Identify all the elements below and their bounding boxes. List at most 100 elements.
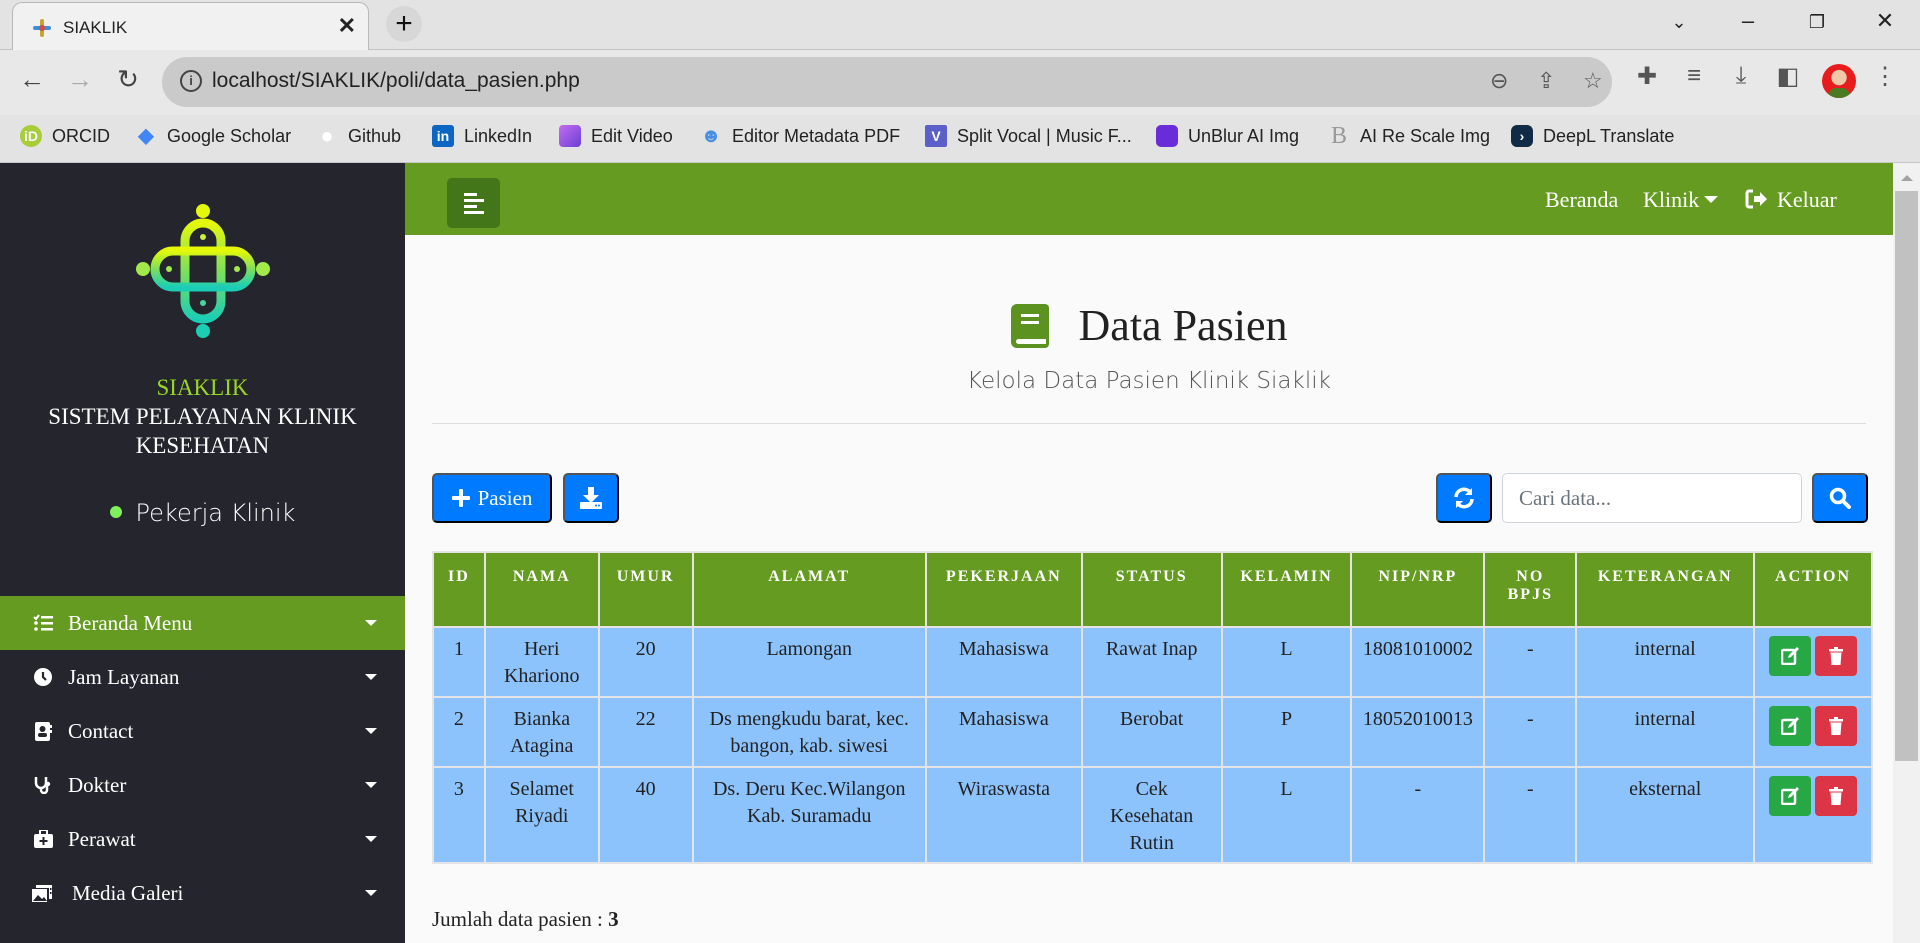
bookmark-orcid[interactable]: iD ORCID bbox=[20, 125, 110, 147]
delete-button[interactable] bbox=[1815, 636, 1858, 676]
bookmark-github[interactable]: ● Github bbox=[316, 125, 401, 147]
bookmark-unblur[interactable]: UnBlur AI Img bbox=[1156, 125, 1299, 147]
search-input[interactable] bbox=[1502, 473, 1802, 523]
omnibox[interactable]: i localhost/SIAKLIK/poli/data_pasien.php… bbox=[162, 57, 1612, 107]
side-panel-icon[interactable]: ◧ bbox=[1771, 62, 1805, 91]
share-icon[interactable]: ⇪ bbox=[1537, 68, 1555, 94]
column-header-nama[interactable]: NAMA bbox=[483, 551, 600, 628]
trash-icon bbox=[1829, 647, 1844, 665]
column-header-status[interactable]: STATUS bbox=[1080, 551, 1223, 628]
scroll-up-arrow-icon[interactable] bbox=[1901, 175, 1913, 181]
column-header-nip-nrp[interactable]: NIP/NRP bbox=[1350, 551, 1486, 628]
scrollbar-thumb[interactable] bbox=[1895, 191, 1918, 761]
edit-icon bbox=[1781, 647, 1800, 665]
unblur-icon bbox=[1156, 125, 1178, 147]
cell-pekerjaan: Mahasiswa bbox=[924, 696, 1083, 768]
github-icon: ● bbox=[320, 123, 334, 148]
stethoscope-icon bbox=[32, 774, 54, 796]
nav-klinik-dropdown[interactable]: Klinik bbox=[1643, 187, 1719, 213]
delete-button[interactable] bbox=[1815, 776, 1858, 816]
role-label: Pekerja Klinik bbox=[135, 499, 296, 527]
zoom-out-icon[interactable]: ⊖ bbox=[1490, 68, 1508, 94]
edit-button[interactable] bbox=[1769, 706, 1812, 746]
bookmark-linkedin[interactable]: in LinkedIn bbox=[432, 125, 532, 147]
sidebar-item-jam-layanan[interactable]: Jam Layanan bbox=[0, 650, 405, 704]
edit-button[interactable] bbox=[1769, 636, 1812, 676]
back-icon[interactable]: ← bbox=[14, 64, 50, 95]
forward-icon[interactable]: → bbox=[62, 64, 98, 95]
brand-tagline-line2: KESEHATAN bbox=[135, 433, 270, 458]
summary-count: 3 bbox=[608, 907, 619, 931]
download-button[interactable] bbox=[563, 473, 619, 523]
url-text[interactable]: localhost/SIAKLIK/poli/data_pasien.php bbox=[212, 69, 580, 93]
cell-nip-nrp: 18081010002 bbox=[1350, 626, 1486, 698]
edit-button[interactable] bbox=[1769, 776, 1812, 816]
bookmark-label: AI Re Scale Img bbox=[1360, 125, 1491, 146]
edit-icon bbox=[1781, 787, 1800, 805]
bookmark-label: DeepL Translate bbox=[1543, 125, 1675, 146]
bookmarks-bar: iD ORCID ◆ Google Scholar ● Github in Li… bbox=[0, 115, 1920, 163]
column-header-no-bpjs[interactable]: NO BPJS bbox=[1483, 551, 1578, 628]
caret-down-icon bbox=[1704, 196, 1719, 204]
sidebar-item-contact[interactable]: Contact bbox=[0, 704, 405, 758]
bookmark-ai-rescale[interactable]: B AI Re Scale Img bbox=[1328, 124, 1491, 148]
column-header-pekerjaan[interactable]: PEKERJAAN bbox=[924, 551, 1083, 628]
close-window-icon[interactable]: ✕ bbox=[1865, 8, 1905, 34]
column-header-alamat[interactable]: ALAMAT bbox=[691, 551, 927, 628]
sidebar-item-beranda-menu[interactable]: Beranda Menu bbox=[0, 596, 405, 650]
sidebar-item-dokter[interactable]: Dokter bbox=[0, 758, 405, 812]
column-header-id[interactable]: ID bbox=[432, 551, 486, 628]
extensions-puzzle-icon[interactable]: ✚ bbox=[1630, 62, 1664, 91]
profile-avatar[interactable] bbox=[1822, 64, 1856, 98]
new-tab-button[interactable]: + bbox=[386, 6, 422, 42]
delete-button[interactable] bbox=[1815, 706, 1858, 746]
sidebar-item-perawat[interactable]: Perawat bbox=[0, 812, 405, 866]
tab-search-chevron-icon[interactable]: ⌄ bbox=[1659, 12, 1699, 33]
deepl-icon: › bbox=[1511, 125, 1533, 147]
download-icon[interactable]: ⤓ bbox=[1724, 62, 1758, 90]
column-header-umur[interactable]: UMUR bbox=[597, 551, 694, 628]
refresh-button[interactable] bbox=[1436, 473, 1492, 523]
bookmark-google-scholar[interactable]: ◆ Google Scholar bbox=[135, 125, 291, 147]
search-button[interactable] bbox=[1812, 473, 1868, 523]
siaklik-logo bbox=[136, 204, 270, 338]
cell-keterangan: eksternal bbox=[1575, 766, 1756, 864]
bookmark-split-vocal[interactable]: V Split Vocal | Music F... bbox=[925, 125, 1132, 147]
page-title-text: Data Pasien bbox=[1078, 301, 1288, 350]
minimize-icon[interactable]: – bbox=[1728, 8, 1768, 34]
nav-beranda-link[interactable]: Beranda bbox=[1545, 187, 1618, 213]
cell-nama: Heri Khariono bbox=[483, 626, 600, 698]
media-playlist-icon[interactable]: ≡ bbox=[1677, 62, 1711, 90]
bookmark-label: Github bbox=[348, 125, 402, 146]
page-subtitle: Kelola Data Pasien Klinik Siaklik bbox=[967, 368, 1331, 394]
bookmark-edit-video[interactable]: Edit Video bbox=[559, 125, 673, 147]
restore-icon[interactable]: ❐ bbox=[1797, 12, 1837, 33]
cell-keterangan: internal bbox=[1575, 696, 1756, 768]
photo-gallery-icon bbox=[32, 882, 54, 904]
column-header-kelamin[interactable]: KELAMIN bbox=[1220, 551, 1353, 628]
trash-icon bbox=[1829, 717, 1844, 735]
siaklik-favicon-icon bbox=[33, 19, 51, 37]
bookmark-star-icon[interactable]: ☆ bbox=[1583, 68, 1603, 94]
cell-no-bpjs: - bbox=[1483, 696, 1578, 768]
page-scrollbar[interactable] bbox=[1893, 163, 1920, 943]
add-pasien-label: Pasien bbox=[477, 485, 533, 510]
more-menu-icon[interactable]: ⋮ bbox=[1868, 62, 1902, 91]
sidebar-item-media-galeri[interactable]: Media Galeri bbox=[0, 866, 405, 920]
bookmark-deepl[interactable]: › DeepL Translate bbox=[1511, 125, 1674, 147]
browser-tab[interactable]: SIAKLIK ✕ bbox=[12, 2, 369, 51]
patient-count-summary: Jumlah data pasien : 3 bbox=[432, 907, 619, 932]
sidebar-item-label: Jam Layanan bbox=[68, 664, 180, 689]
site-info-icon[interactable]: i bbox=[180, 70, 202, 92]
nav-keluar-link[interactable]: Keluar bbox=[1745, 187, 1837, 213]
tab-close-icon[interactable]: ✕ bbox=[338, 13, 356, 39]
linkedin-icon: in bbox=[432, 125, 454, 147]
table-row: 1 Heri Khariono 20 Lamongan Mahasiswa Ra… bbox=[432, 626, 1873, 698]
cell-alamat: Ds mengkudu barat, kec. bangon, kab. siw… bbox=[691, 696, 927, 768]
bookmark-editor-metadata-pdf[interactable]: ☻ Editor Metadata PDF bbox=[700, 125, 900, 147]
sidebar-toggle-button[interactable] bbox=[447, 178, 500, 228]
reload-icon[interactable]: ↻ bbox=[110, 64, 146, 95]
column-header-keterangan[interactable]: KETERANGAN bbox=[1575, 551, 1756, 628]
orcid-icon: iD bbox=[20, 125, 42, 147]
add-pasien-button[interactable]: Pasien bbox=[432, 473, 552, 523]
